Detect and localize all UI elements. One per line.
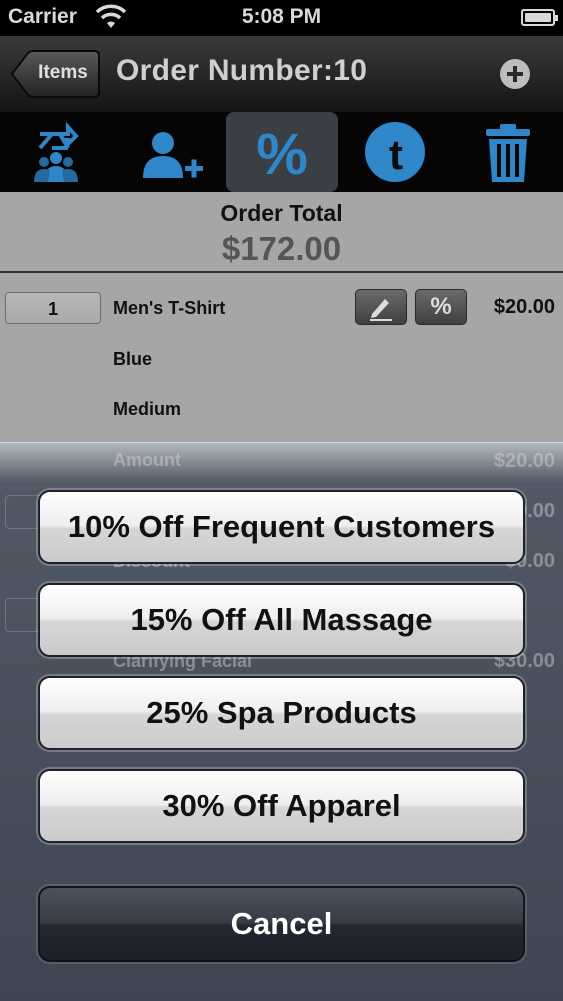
tool-swap-customer[interactable]: [0, 112, 112, 192]
item-color: Blue: [113, 349, 153, 369]
battery-icon: [521, 9, 558, 26]
order-total-value: $172.00: [221, 230, 342, 267]
tool-tax[interactable]: t: [339, 112, 451, 192]
clock: 5:08 PM: [241, 5, 322, 28]
amount-value: $20.00: [493, 450, 555, 472]
page-title: Order Number:10: [116, 54, 368, 87]
edit-item-button[interactable]: [355, 289, 407, 325]
shuffle-people-icon: [34, 121, 79, 182]
item-name: Men's T-Shirt: [113, 298, 226, 318]
back-button[interactable]: Items: [10, 50, 100, 98]
discount-option-massage[interactable]: 15% Off All Massage: [38, 583, 525, 657]
tumblr-icon: t: [365, 122, 425, 182]
add-icon[interactable]: [499, 58, 531, 90]
toolbar: % t: [0, 112, 563, 192]
cancel-button[interactable]: Cancel: [38, 886, 525, 962]
back-button-label: Items: [38, 62, 88, 83]
tool-add-customer[interactable]: [113, 112, 225, 192]
status-bar: Carrier 5:08 PM: [0, 0, 563, 36]
discount-option-frequent-customers[interactable]: 10% Off Frequent Customers: [38, 490, 525, 564]
tool-delete[interactable]: [452, 112, 563, 192]
quantity-field[interactable]: 1: [5, 292, 101, 324]
pencil-icon: [370, 299, 392, 321]
percent-glyph: %: [256, 122, 308, 187]
navigation-bar: Items Order Number:10: [0, 36, 563, 113]
discount-option-apparel[interactable]: 30% Off Apparel: [38, 769, 525, 843]
trash-icon: [486, 124, 530, 182]
amount-label: Amount: [113, 450, 181, 470]
percent-icon: %: [256, 122, 308, 187]
item-price: $20.00: [493, 296, 555, 318]
order-total-label: Order Total: [220, 200, 343, 226]
tumblr-glyph: t: [389, 131, 403, 178]
add-user-icon: [143, 132, 203, 178]
divider: [0, 271, 563, 273]
discount-action-sheet: Amount $20.00 $0.00 Discount $0.00 Clari…: [0, 442, 563, 1001]
tool-discount[interactable]: %: [226, 112, 338, 192]
discount-option-spa-products[interactable]: 25% Spa Products: [38, 676, 525, 750]
item-size: Medium: [113, 399, 182, 419]
item-discount-button[interactable]: %: [415, 289, 467, 325]
